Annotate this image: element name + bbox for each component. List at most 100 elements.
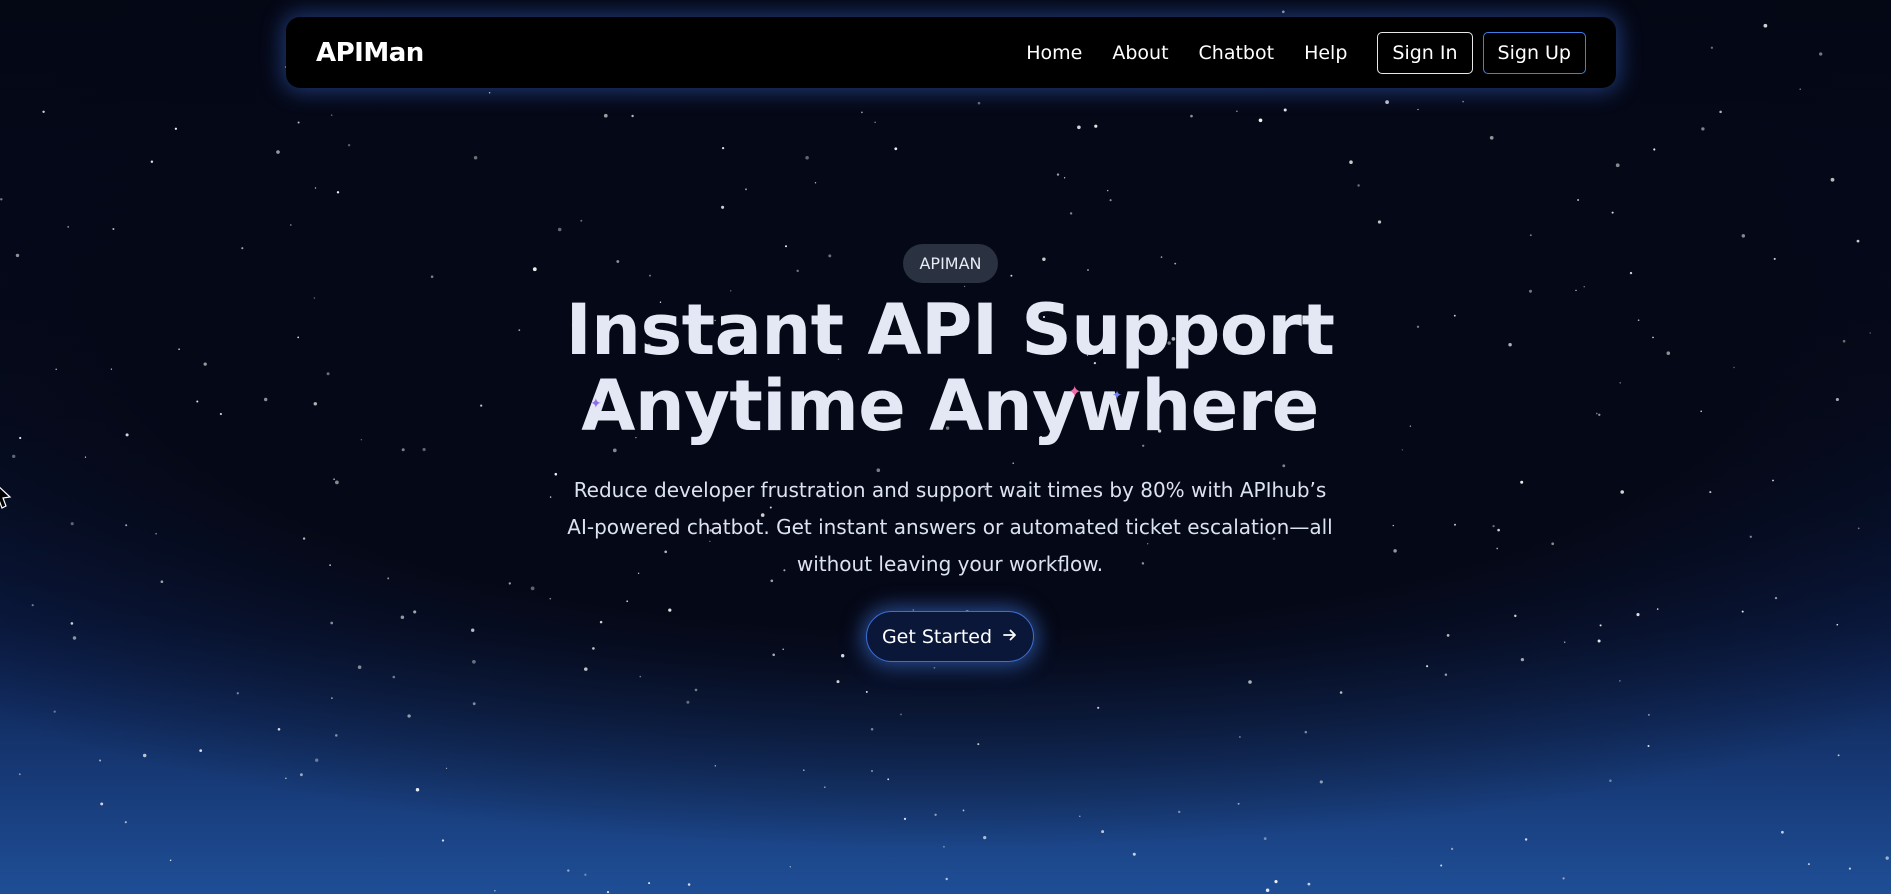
star (1446, 634, 1450, 637)
star (1416, 325, 1420, 328)
star (1524, 838, 1528, 841)
star (1733, 366, 1735, 369)
star (67, 226, 70, 228)
star (1749, 535, 1752, 538)
star (1237, 802, 1240, 805)
sign-up-button[interactable]: Sign Up (1482, 31, 1586, 74)
star (1401, 449, 1403, 451)
star (236, 692, 239, 695)
star (302, 537, 306, 540)
arrow-right-icon (1002, 626, 1018, 648)
nav-link-home[interactable]: Home (1026, 42, 1082, 64)
star (903, 817, 907, 821)
star (12, 454, 16, 459)
star (70, 522, 74, 526)
star (42, 110, 45, 114)
star (1265, 888, 1270, 893)
star (99, 759, 102, 762)
star (1599, 624, 1602, 627)
star (196, 400, 199, 403)
star (1611, 211, 1614, 214)
star (828, 254, 832, 258)
star (178, 348, 180, 351)
star (276, 150, 280, 154)
star (1781, 830, 1784, 834)
star (19, 436, 22, 440)
star (1190, 114, 1193, 118)
star (1440, 864, 1443, 867)
star (1392, 524, 1394, 527)
star (1304, 730, 1308, 734)
star (1529, 289, 1532, 293)
star (330, 114, 333, 116)
nav-link-about[interactable]: About (1112, 42, 1168, 64)
star (1012, 462, 1014, 465)
star (870, 769, 874, 773)
star (1087, 269, 1089, 271)
star (934, 813, 937, 816)
star (814, 182, 817, 184)
star (241, 247, 244, 250)
star (413, 610, 417, 614)
star (285, 777, 287, 780)
star (329, 564, 331, 566)
star (945, 877, 948, 881)
star (616, 260, 620, 263)
star (297, 336, 300, 339)
star (1637, 319, 1640, 322)
nav-link-chatbot[interactable]: Chatbot (1199, 42, 1275, 64)
star (861, 111, 863, 114)
star (1514, 614, 1517, 618)
star (150, 160, 154, 164)
star (407, 714, 411, 718)
star (631, 114, 634, 118)
star (694, 688, 698, 692)
star (592, 647, 595, 650)
star (445, 767, 448, 770)
star (805, 155, 809, 160)
star (330, 621, 334, 625)
star (1248, 680, 1252, 684)
star (400, 615, 405, 619)
hero-headline: Instant API Support Anytime Anywhere (500, 292, 1400, 444)
star (1652, 336, 1654, 339)
star (567, 869, 570, 872)
star (530, 586, 535, 591)
star (31, 604, 34, 607)
star (125, 433, 129, 437)
star (70, 622, 74, 625)
star (264, 397, 268, 402)
star (1629, 271, 1633, 275)
star (1454, 523, 1456, 526)
nav-link-help[interactable]: Help (1304, 42, 1347, 64)
star (802, 769, 805, 772)
star (84, 456, 87, 458)
star (894, 147, 898, 151)
star (488, 91, 491, 94)
star (1597, 639, 1601, 643)
star (1042, 257, 1046, 261)
star (55, 368, 57, 371)
sign-in-button[interactable]: Sign In (1377, 31, 1473, 74)
star (494, 890, 496, 892)
star (977, 101, 981, 105)
star (160, 580, 164, 584)
star (1741, 610, 1744, 613)
brand-logo[interactable]: APIMan (316, 38, 424, 68)
star (584, 667, 588, 671)
star (300, 773, 303, 777)
star (1281, 10, 1285, 14)
star (1263, 837, 1267, 841)
star (1551, 542, 1555, 546)
star (823, 786, 826, 789)
star (532, 267, 537, 272)
star (277, 728, 281, 731)
star (508, 582, 511, 585)
top-navbar: APIMan Home About Chatbot Help Sign In S… (286, 17, 1616, 88)
get-started-button[interactable]: Get Started (866, 611, 1034, 662)
star (1835, 397, 1839, 402)
star (1357, 184, 1360, 187)
star (112, 228, 115, 230)
star (784, 245, 788, 248)
star (714, 765, 716, 767)
